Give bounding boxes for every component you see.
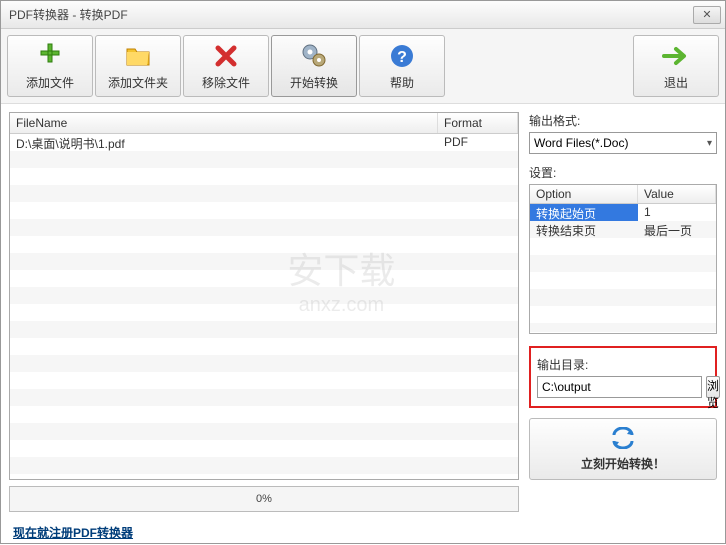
header-filename[interactable]: FileName: [10, 113, 438, 133]
settings-header-option[interactable]: Option: [530, 185, 638, 203]
help-button[interactable]: ? 帮助: [359, 35, 445, 97]
settings-row[interactable]: 转换起始页 1: [530, 204, 716, 221]
file-table: FileName Format D:\桌面\说明书\1.pdf PDF: [9, 112, 519, 480]
add-folder-label: 添加文件夹: [108, 74, 168, 91]
output-dir-label: 输出目录:: [537, 356, 709, 373]
add-file-button[interactable]: 添加文件: [7, 35, 93, 97]
settings-table: Option Value 转换起始页 1 转换结束页 最后一页: [529, 184, 717, 334]
register-link[interactable]: 现在就注册PDF转换器: [13, 526, 133, 540]
titlebar: PDF转换器 - 转换PDF ✕: [1, 1, 725, 29]
table-row[interactable]: D:\桌面\说明书\1.pdf PDF: [10, 134, 518, 151]
progress-area: 0%: [9, 486, 519, 512]
settings-value: 最后一页: [638, 221, 716, 238]
exit-icon: [662, 42, 690, 70]
output-dir-input[interactable]: [537, 376, 702, 398]
window-title: PDF转换器 - 转换PDF: [9, 6, 128, 23]
refresh-icon: [610, 427, 636, 452]
settings-label: 设置:: [529, 164, 717, 181]
cell-filename: D:\桌面\说明书\1.pdf: [10, 134, 438, 151]
start-convert-label: 开始转换: [290, 74, 338, 91]
svg-text:?: ?: [397, 49, 407, 66]
settings-row[interactable]: 转换结束页 最后一页: [530, 221, 716, 238]
output-directory-box: 输出目录: 浏览: [529, 346, 717, 408]
remove-file-button[interactable]: 移除文件: [183, 35, 269, 97]
browse-button[interactable]: 浏览: [706, 376, 720, 398]
remove-icon: [212, 42, 240, 70]
add-file-icon: [36, 42, 64, 70]
settings-header: Option Value: [530, 185, 716, 204]
output-format-label: 输出格式:: [529, 112, 717, 129]
close-icon: ✕: [702, 8, 711, 21]
settings-header-value[interactable]: Value: [638, 185, 716, 203]
file-table-body[interactable]: D:\桌面\说明书\1.pdf PDF: [10, 134, 518, 479]
footer: 现在就注册PDF转换器: [1, 520, 725, 545]
help-label: 帮助: [390, 74, 414, 91]
file-table-header: FileName Format: [10, 113, 518, 134]
convert-now-button[interactable]: 立刻开始转换！: [529, 418, 717, 480]
exit-button[interactable]: 退出: [633, 35, 719, 97]
close-button[interactable]: ✕: [693, 6, 721, 24]
exit-label: 退出: [664, 74, 688, 91]
left-panel: FileName Format D:\桌面\说明书\1.pdf PDF 0%: [9, 112, 519, 512]
add-file-label: 添加文件: [26, 74, 74, 91]
progress-text: 0%: [18, 493, 510, 505]
main-area: FileName Format D:\桌面\说明书\1.pdf PDF 0% 输…: [1, 104, 725, 520]
folder-icon: [124, 42, 152, 70]
help-icon: ?: [388, 42, 416, 70]
start-convert-button[interactable]: 开始转换: [271, 35, 357, 97]
settings-option: 转换结束页: [530, 221, 638, 238]
output-format-value: Word Files(*.Doc): [534, 136, 628, 150]
gears-icon: [300, 42, 328, 70]
remove-file-label: 移除文件: [202, 74, 250, 91]
settings-option: 转换起始页: [530, 204, 638, 221]
add-folder-button[interactable]: 添加文件夹: [95, 35, 181, 97]
cell-format: PDF: [438, 134, 518, 151]
toolbar: 添加文件 添加文件夹 移除文件 开始转换 ? 帮助 退出: [1, 29, 725, 104]
settings-body: 转换起始页 1 转换结束页 最后一页: [530, 204, 716, 332]
header-format[interactable]: Format: [438, 113, 518, 133]
chevron-down-icon: ▾: [707, 138, 712, 149]
output-format-combo[interactable]: Word Files(*.Doc) ▾: [529, 132, 717, 154]
convert-now-label: 立刻开始转换！: [581, 455, 665, 472]
settings-value: 1: [638, 204, 716, 221]
right-panel: 输出格式: Word Files(*.Doc) ▾ 设置: Option Val…: [529, 112, 717, 512]
